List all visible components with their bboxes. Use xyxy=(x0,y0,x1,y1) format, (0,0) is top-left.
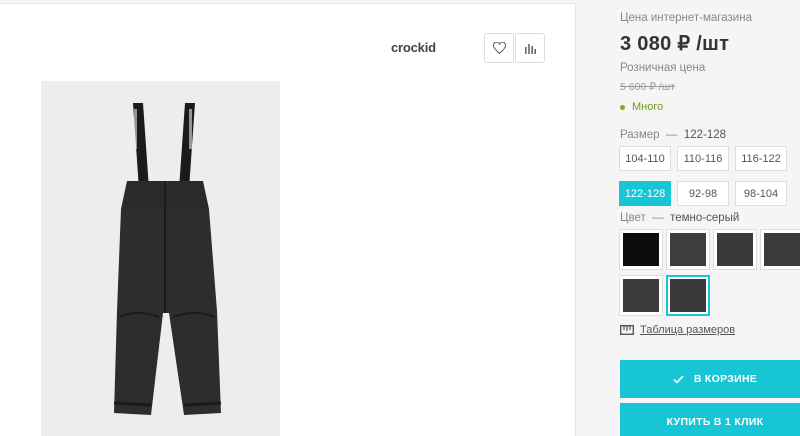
ruler-icon xyxy=(620,325,634,335)
swatch-fill xyxy=(717,233,753,266)
check-icon xyxy=(673,374,684,384)
swatch-fill xyxy=(623,279,659,312)
size-selected: 122-128 xyxy=(683,129,727,141)
size-separator: — xyxy=(662,129,681,141)
stock-status: Много xyxy=(620,101,663,113)
product-photo[interactable] xyxy=(41,81,280,436)
bar-chart-icon xyxy=(525,44,536,54)
in-cart-button[interactable]: В КОРЗИНЕ xyxy=(620,360,800,398)
color-swatch[interactable] xyxy=(713,229,757,270)
swatch-fill xyxy=(670,279,706,312)
size-label: Размер xyxy=(620,129,660,141)
overalls-image xyxy=(113,103,222,415)
swatch-fill xyxy=(670,233,706,266)
color-header: Цвет — темно-серый xyxy=(620,212,739,224)
retail-price-label: Розничная цена xyxy=(620,62,706,74)
brand-name: crockid xyxy=(391,40,436,55)
brand-logo: crockid xyxy=(391,40,436,55)
product-card: crockid xyxy=(0,3,576,436)
size-option[interactable]: 110-116 xyxy=(677,146,729,171)
size-option[interactable]: 92-98 xyxy=(677,181,729,206)
favorite-button[interactable] xyxy=(484,33,514,63)
swatch-fill xyxy=(623,233,659,266)
size-header: Размер — 122-128 xyxy=(620,129,726,141)
color-swatch[interactable] xyxy=(619,275,663,316)
color-swatch[interactable] xyxy=(760,229,800,270)
color-selected: темно-серый xyxy=(670,212,740,224)
color-swatch[interactable] xyxy=(666,229,710,270)
size-table-label: Таблица размеров xyxy=(640,324,736,336)
in-cart-label: В КОРЗИНЕ xyxy=(693,373,758,385)
color-separator: — xyxy=(648,212,667,224)
size-table-link[interactable]: Таблица размеров xyxy=(620,324,735,336)
size-option-selected[interactable]: 122-128 xyxy=(619,181,671,206)
swatch-fill xyxy=(764,233,800,266)
color-swatch[interactable] xyxy=(619,229,663,270)
stock-label: Много xyxy=(632,101,664,113)
online-price-label: Цена интернет-магазина xyxy=(620,12,752,24)
compare-button[interactable] xyxy=(515,33,545,63)
size-options: 104-110 110-116 116-122 122-128 92-98 98… xyxy=(619,146,800,206)
buy-one-click-label: КУПИТЬ В 1 КЛИК xyxy=(666,416,764,428)
retail-price: 5 600 ₽ /шт xyxy=(620,81,675,93)
color-swatch-selected[interactable] xyxy=(666,275,710,316)
size-option[interactable]: 116-122 xyxy=(735,146,787,171)
size-option[interactable]: 104-110 xyxy=(619,146,671,171)
stock-dot-icon xyxy=(620,104,625,110)
color-label: Цвет xyxy=(620,212,646,224)
buy-one-click-button[interactable]: КУПИТЬ В 1 КЛИК xyxy=(620,403,800,436)
online-price: 3 080 ₽ /шт xyxy=(620,33,730,55)
size-option[interactable]: 98-104 xyxy=(735,181,787,206)
heart-icon xyxy=(492,42,506,54)
